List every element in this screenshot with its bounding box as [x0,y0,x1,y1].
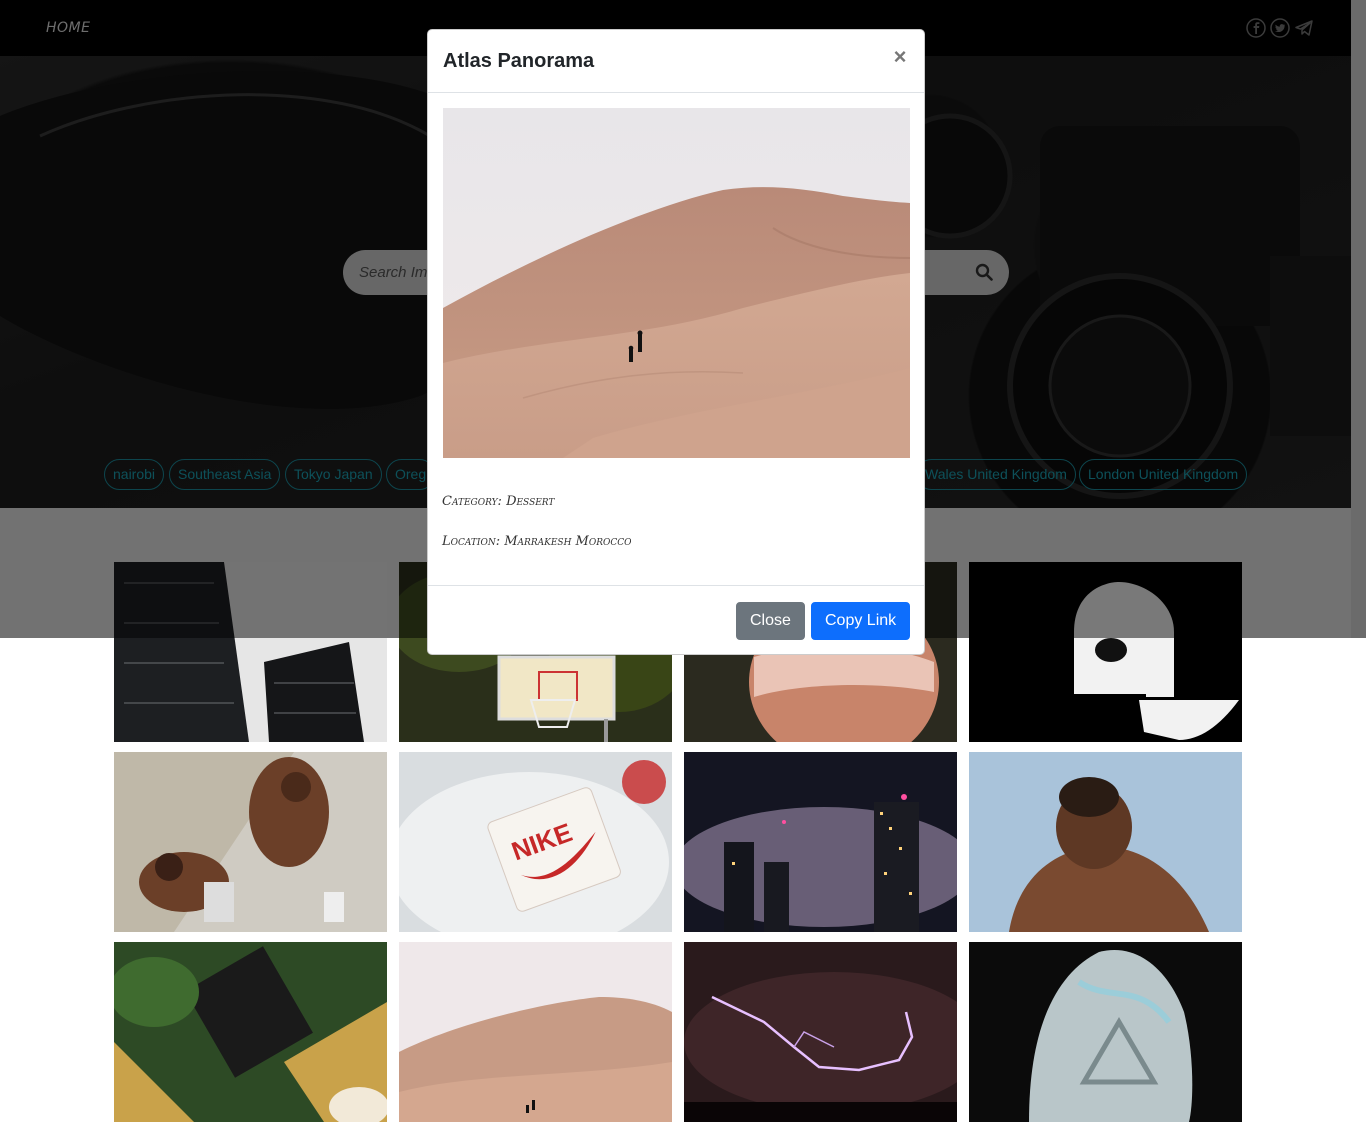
gallery-image-jacket[interactable] [969,942,1242,1122]
modal-title: Atlas Panorama [443,50,595,72]
category-value: Dessert [506,494,555,509]
image-modal: Atlas Panorama × Category: Dessert Locat… [427,29,925,655]
copy-link-button[interactable]: Copy Link [811,602,911,640]
modal-footer: Close Copy Link [428,585,924,655]
gallery-image-man-back[interactable] [969,752,1242,932]
location-value: Marrakesh Morocco [504,534,632,549]
gallery-image-desert[interactable] [399,942,672,1122]
close-icon[interactable]: × [891,46,909,68]
modal-preview-image [443,108,910,458]
category-line: Category: Dessert [442,494,554,509]
gallery-image-foggy-city[interactable] [684,752,957,932]
gallery-image-nike-tag[interactable]: NIKE [399,752,672,932]
scrollbar[interactable] [1351,0,1366,638]
gallery-image-garden[interactable] [114,942,387,1122]
location-label: Location: [442,534,501,549]
location-line: Location: Marrakesh Morocco [442,534,632,549]
gallery-image-lightning[interactable] [684,942,957,1122]
modal-header: Atlas Panorama × [428,30,924,93]
close-button[interactable]: Close [736,602,805,640]
gallery-image-boxers[interactable] [114,752,387,932]
category-label: Category: [442,494,502,509]
